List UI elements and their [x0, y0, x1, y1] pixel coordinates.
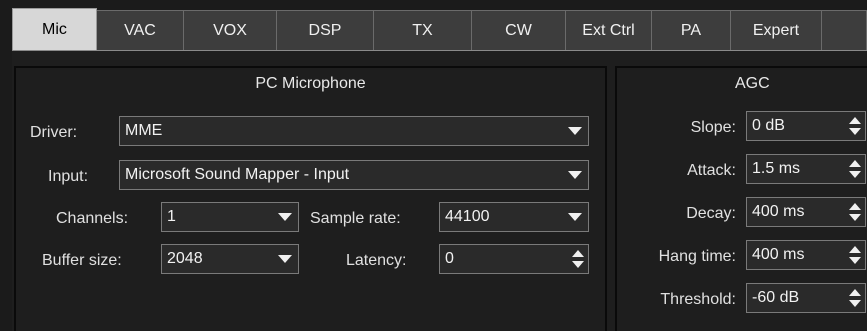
hang-time-label: Hang time: [658, 248, 736, 265]
hang-time-spinner[interactable]: 400 ms [746, 240, 866, 270]
tab-bar: Mic VAC VOX DSP TX CW Ext Ctrl PA Expert [12, 8, 867, 50]
driver-value: MME [125, 122, 163, 139]
chevron-down-icon[interactable] [562, 203, 588, 231]
sample-rate-value: 44100 [445, 208, 490, 225]
input-value: Microsoft Sound Mapper - Input [125, 166, 350, 183]
channels-select[interactable]: 1 [161, 202, 299, 232]
driver-label: Driver: [30, 124, 78, 141]
sample-rate-label: Sample rate: [310, 210, 401, 227]
latency-spinner[interactable]: 0 [439, 244, 589, 274]
chevron-down-icon[interactable] [572, 259, 584, 270]
sample-rate-select[interactable]: 44100 [439, 202, 589, 232]
threshold-value: -60 dB [752, 289, 800, 306]
tab-cw[interactable]: CW [472, 10, 566, 50]
slope-label: Slope: [690, 119, 736, 136]
input-label: Input: [48, 168, 89, 185]
decay-spinner[interactable]: 400 ms [746, 197, 866, 227]
attack-spinner[interactable]: 1.5 ms [746, 154, 866, 184]
chevron-down-icon[interactable] [849, 255, 861, 266]
chevron-down-icon[interactable] [849, 169, 861, 180]
attack-value: 1.5 ms [752, 160, 801, 177]
chevron-down-icon[interactable] [849, 212, 861, 223]
decay-label: Decay: [686, 205, 736, 222]
chevron-up-icon[interactable] [849, 158, 861, 169]
latency-value: 0 [445, 250, 454, 267]
chevron-up-icon[interactable] [849, 287, 861, 298]
slope-value: 0 dB [752, 117, 785, 134]
tab-expert[interactable]: Expert [731, 10, 822, 50]
latency-label: Latency: [346, 252, 407, 269]
hang-time-value: 400 ms [752, 246, 805, 263]
threshold-spinner[interactable]: -60 dB [746, 283, 866, 313]
driver-select[interactable]: MME [119, 116, 589, 146]
chevron-up-icon[interactable] [849, 201, 861, 212]
chevron-up-icon[interactable] [572, 248, 584, 259]
agc-title: AGC [735, 75, 770, 92]
threshold-label: Threshold: [660, 291, 736, 308]
chevron-down-icon[interactable] [849, 298, 861, 309]
chevron-down-icon[interactable] [562, 161, 588, 189]
channels-value: 1 [167, 208, 176, 225]
mic-tab-panel: PC Microphone Driver: MME Input: Microso… [12, 50, 867, 331]
agc-group: AGC Slope: 0 dB Attack: 1.5 ms Decay: 40… [615, 66, 867, 331]
slope-spinner[interactable]: 0 dB [746, 111, 866, 141]
tab-pa[interactable]: PA [652, 10, 731, 50]
input-select[interactable]: Microsoft Sound Mapper - Input [119, 160, 589, 190]
tab-dsp[interactable]: DSP [277, 10, 374, 50]
chevron-down-icon[interactable] [849, 126, 861, 137]
pc-microphone-title: PC Microphone [255, 75, 366, 92]
tab-vox[interactable]: VOX [184, 10, 277, 50]
chevron-down-icon[interactable] [562, 117, 588, 145]
buffer-size-select[interactable]: 2048 [161, 244, 299, 274]
buffer-size-value: 2048 [167, 250, 203, 267]
chevron-up-icon[interactable] [849, 244, 861, 255]
tab-mic[interactable]: Mic [12, 8, 97, 50]
tab-overflow[interactable] [822, 10, 867, 50]
channels-label: Channels: [56, 210, 129, 227]
attack-label: Attack: [687, 162, 736, 179]
chevron-down-icon[interactable] [272, 245, 298, 273]
chevron-down-icon[interactable] [272, 203, 298, 231]
tab-vac[interactable]: VAC [97, 10, 184, 50]
buffer-size-label: Buffer size: [42, 252, 122, 269]
pc-microphone-group: PC Microphone Driver: MME Input: Microso… [14, 66, 607, 331]
chevron-up-icon[interactable] [849, 115, 861, 126]
decay-value: 400 ms [752, 203, 805, 220]
tab-ext-ctrl[interactable]: Ext Ctrl [566, 10, 652, 50]
tab-tx[interactable]: TX [374, 10, 472, 50]
